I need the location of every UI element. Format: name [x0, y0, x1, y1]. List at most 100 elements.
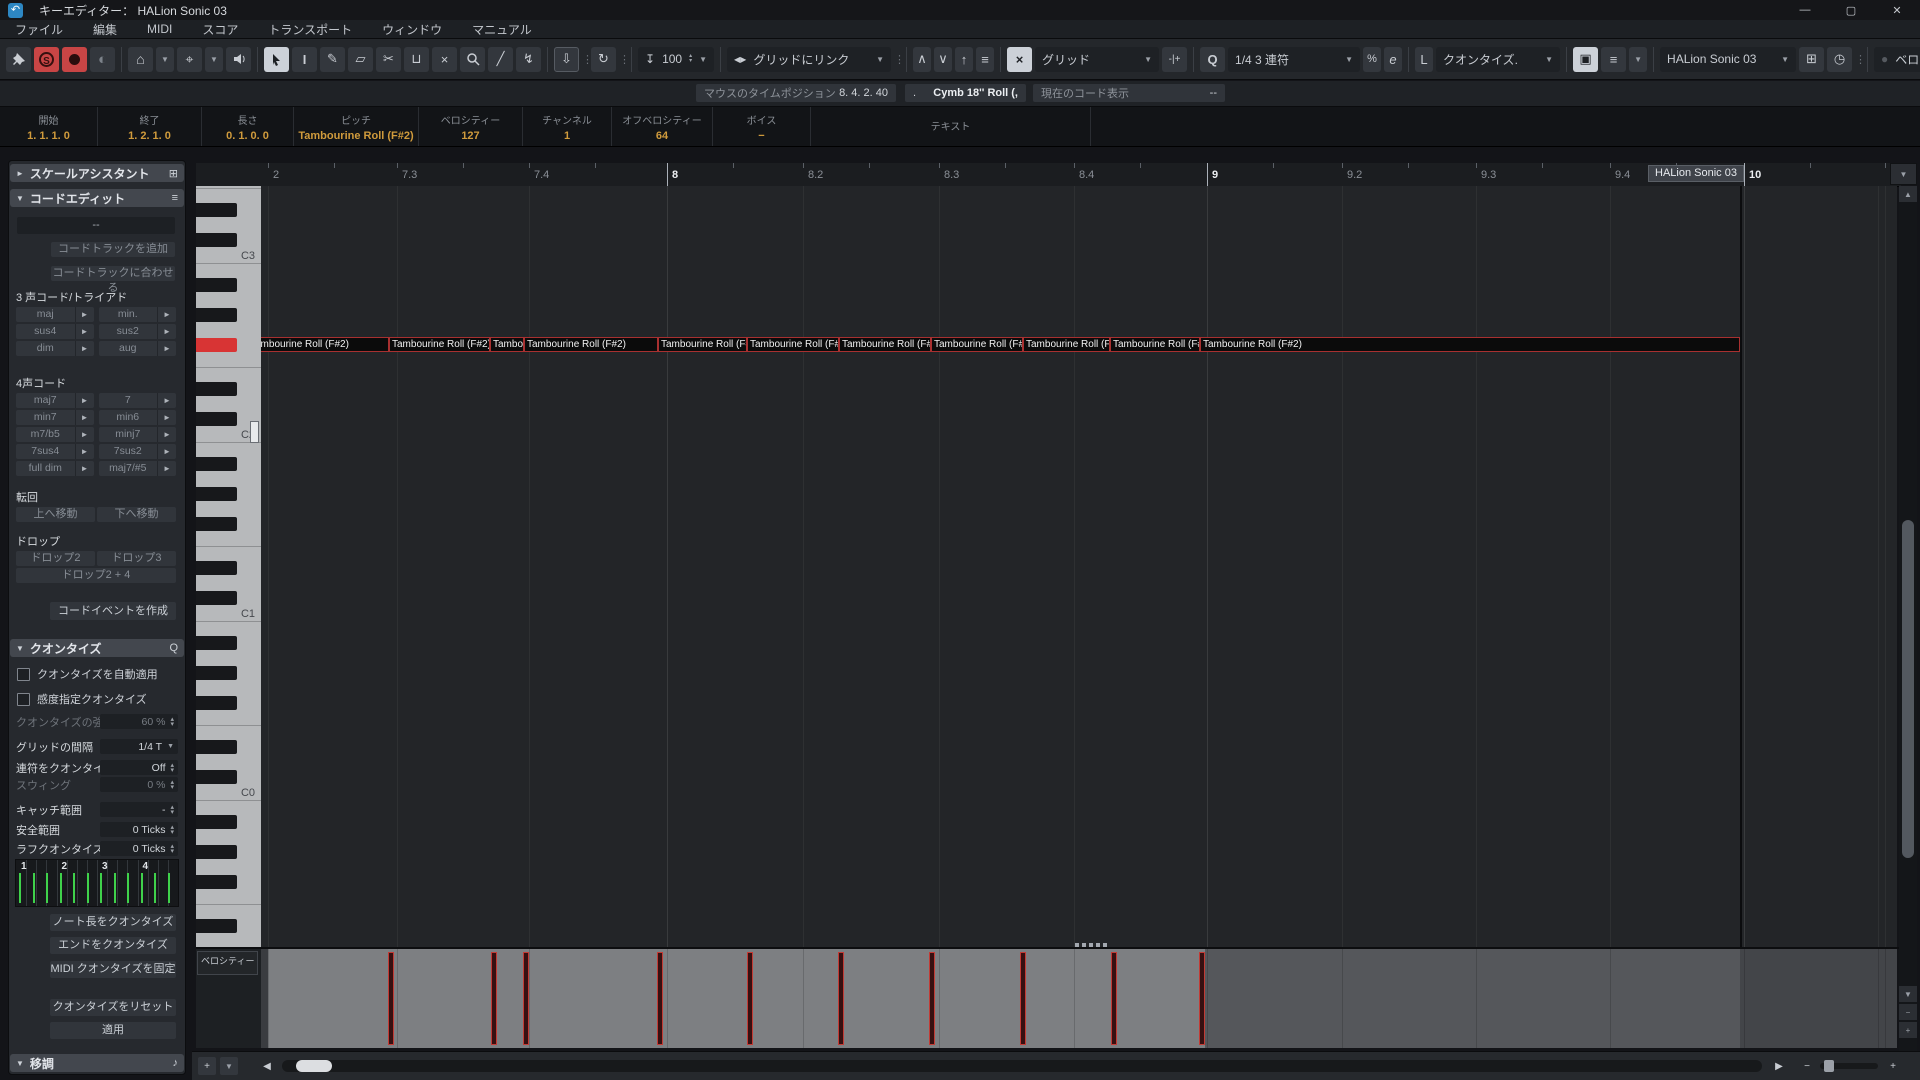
section-scale-assistant[interactable]: ► スケールアシスタント ⊞: [10, 164, 184, 182]
dropdown-icon[interactable]: ▼: [167, 744, 174, 749]
chord-arrow-icon[interactable]: ►: [157, 427, 176, 442]
info-field[interactable]: ベロシティー127: [419, 107, 523, 146]
nudge-up-icon[interactable]: ↑: [955, 47, 973, 72]
chord-button-7sus4[interactable]: 7sus4►: [16, 444, 94, 459]
quantize-row-value[interactable]: 0 %▴ ▾: [100, 777, 178, 792]
velocity-bar[interactable]: [657, 952, 663, 1045]
chord-button-aug[interactable]: aug►: [99, 341, 177, 356]
stepper-icon[interactable]: ▴ ▾: [170, 780, 174, 790]
menu-トランスポート[interactable]: トランスポート: [253, 21, 367, 38]
quantize-action-button[interactable]: 適用: [50, 1022, 176, 1039]
close-button[interactable]: ✕: [1874, 0, 1920, 20]
velocity-lane-label[interactable]: ベロシティー: [197, 951, 258, 975]
scroll-down-button[interactable]: ▼: [1899, 986, 1917, 1002]
maximize-button[interactable]: ▢: [1828, 0, 1874, 20]
edit-active-part-icon[interactable]: ≡: [1601, 47, 1626, 72]
piano-key-C#0[interactable]: [196, 770, 237, 784]
timeline-ruler[interactable]: 27.37.488.28.38.499.29.39.41010.HALion S…: [196, 163, 1901, 187]
velocity-bar[interactable]: [523, 952, 529, 1045]
quantize-row-value[interactable]: 1/4 T▼: [100, 739, 178, 754]
piano-key-A#-1[interactable]: [196, 815, 237, 829]
chord-arrow-icon[interactable]: ►: [75, 427, 94, 442]
quantize-row-value[interactable]: -▴ ▾: [100, 802, 178, 817]
velocity-bar[interactable]: [1020, 952, 1026, 1045]
vertical-scrollbar-thumb[interactable]: [1902, 520, 1914, 858]
chord-button-minj7[interactable]: minj7►: [99, 427, 177, 442]
info-field[interactable]: ボイス−: [713, 107, 811, 146]
piano-key-D#2[interactable]: [196, 382, 237, 396]
autoscroll-button[interactable]: ⇩: [554, 47, 579, 72]
snap-type-dropdown[interactable]: グリッド ▼: [1035, 47, 1159, 72]
chord-button-min.[interactable]: min.►: [99, 307, 177, 322]
quantize-row-value[interactable]: 0 Ticks▴ ▾: [100, 841, 178, 856]
midi-note[interactable]: Tambourine Roll (F#2): [1110, 337, 1200, 352]
velocity-bar[interactable]: [929, 952, 935, 1045]
piano-key-G#-1[interactable]: [196, 845, 237, 859]
stepper-icon[interactable]: ▴ ▾: [170, 805, 174, 815]
menu-ウィンドウ[interactable]: ウィンドウ: [367, 21, 457, 38]
mute-tool[interactable]: ×: [432, 47, 457, 72]
snap-relative-icon[interactable]: -|+: [1162, 47, 1187, 72]
midi-input-icon[interactable]: ◷: [1827, 47, 1852, 72]
midi-note[interactable]: Tambourine Roll (F#2): [931, 337, 1023, 352]
chord-arrow-icon[interactable]: ►: [157, 410, 176, 425]
chord-arrow-icon[interactable]: ►: [157, 444, 176, 459]
velocity-bar[interactable]: [747, 952, 753, 1045]
add-chord-track-button[interactable]: コードトラックを追加: [51, 242, 175, 257]
quantize-icon[interactable]: Q: [1200, 47, 1225, 72]
independent-loop-button[interactable]: ↻: [591, 47, 616, 72]
chord-arrow-icon[interactable]: ►: [75, 444, 94, 459]
chord-button-full dim[interactable]: full dim►: [16, 461, 94, 476]
part-selector-dropdown[interactable]: HALion Sonic 03 ▼: [1660, 47, 1796, 72]
chord-button-sus4[interactable]: sus4►: [16, 324, 94, 339]
event-colors-dropdown[interactable]: ● ベロシティー: [1874, 47, 1920, 72]
chord-arrow-icon[interactable]: ►: [75, 341, 94, 356]
glue-tool[interactable]: ⊔: [404, 47, 429, 72]
length-grid-link-dropdown[interactable]: ◀▶ グリッドにリンク ▼: [727, 47, 891, 72]
velocity-bar[interactable]: [838, 952, 844, 1045]
chord-arrow-icon[interactable]: ►: [75, 324, 94, 339]
info-field[interactable]: 終了1. 2. 1. 0: [98, 107, 202, 146]
quantize-action-button[interactable]: ノート長をクオンタイズ: [50, 914, 176, 931]
piano-key-A#1[interactable]: [196, 457, 237, 471]
select-tool[interactable]: [264, 47, 289, 72]
velocity-bar[interactable]: [1199, 952, 1205, 1045]
line-tool[interactable]: ╱: [488, 47, 513, 72]
menu-ファイル[interactable]: ファイル: [0, 21, 78, 38]
piano-key-F#1[interactable]: [196, 517, 237, 531]
velocity-lane[interactable]: [261, 949, 1897, 1048]
info-field[interactable]: 開始1. 1. 1. 0: [0, 107, 98, 146]
ruler-options-button[interactable]: ▼: [1890, 163, 1917, 185]
menu-MIDI[interactable]: MIDI: [132, 22, 187, 36]
chord-button-maj7/#5[interactable]: maj7/#5►: [99, 461, 177, 476]
chord-button-sus2[interactable]: sus2►: [99, 324, 177, 339]
piano-key-G#1[interactable]: [196, 487, 237, 501]
minimize-button[interactable]: —: [1782, 0, 1828, 20]
chord-button-dim[interactable]: dim►: [16, 341, 94, 356]
pointer-display-dropdown[interactable]: ▼: [156, 47, 174, 72]
piano-key-D#3[interactable]: [196, 203, 237, 217]
info-field[interactable]: ピッチTambourine Roll (F#2): [294, 107, 419, 146]
horizontal-scrollbar-thumb[interactable]: [296, 1060, 332, 1072]
velocity-bar[interactable]: [1111, 952, 1117, 1045]
stepper-icon[interactable]: ▴ ▾: [170, 717, 174, 727]
chord-arrow-icon[interactable]: ►: [157, 341, 176, 356]
hzoom-in-button[interactable]: +: [1884, 1057, 1902, 1075]
feedback-icon[interactable]: ◐: [90, 47, 115, 72]
chord-arrow-icon[interactable]: ►: [157, 307, 176, 322]
insert-velocity[interactable]: ↧ 100 ▴▾ ▼: [638, 47, 714, 72]
velocity-bar[interactable]: [491, 952, 497, 1045]
lane-select-dropdown[interactable]: ▼: [220, 1057, 238, 1075]
menu-編集[interactable]: 編集: [78, 21, 132, 38]
midi-note[interactable]: Tambourine Roll (F#2): [747, 337, 839, 352]
solo-button[interactable]: S: [34, 47, 59, 72]
info-field[interactable]: 長さ0. 1. 0. 0: [202, 107, 294, 146]
piano-key-D#1[interactable]: [196, 561, 237, 575]
match-chord-track-button[interactable]: コードトラックに合わせる: [51, 266, 175, 281]
stepper-icon[interactable]: ▴ ▾: [170, 825, 174, 835]
nudge-start-left-icon[interactable]: ∧: [913, 47, 931, 72]
chord-arrow-icon[interactable]: ►: [157, 461, 176, 476]
chord-arrow-icon[interactable]: ►: [75, 410, 94, 425]
split-tool[interactable]: ✂: [376, 47, 401, 72]
info-field[interactable]: テキスト: [811, 107, 1091, 146]
